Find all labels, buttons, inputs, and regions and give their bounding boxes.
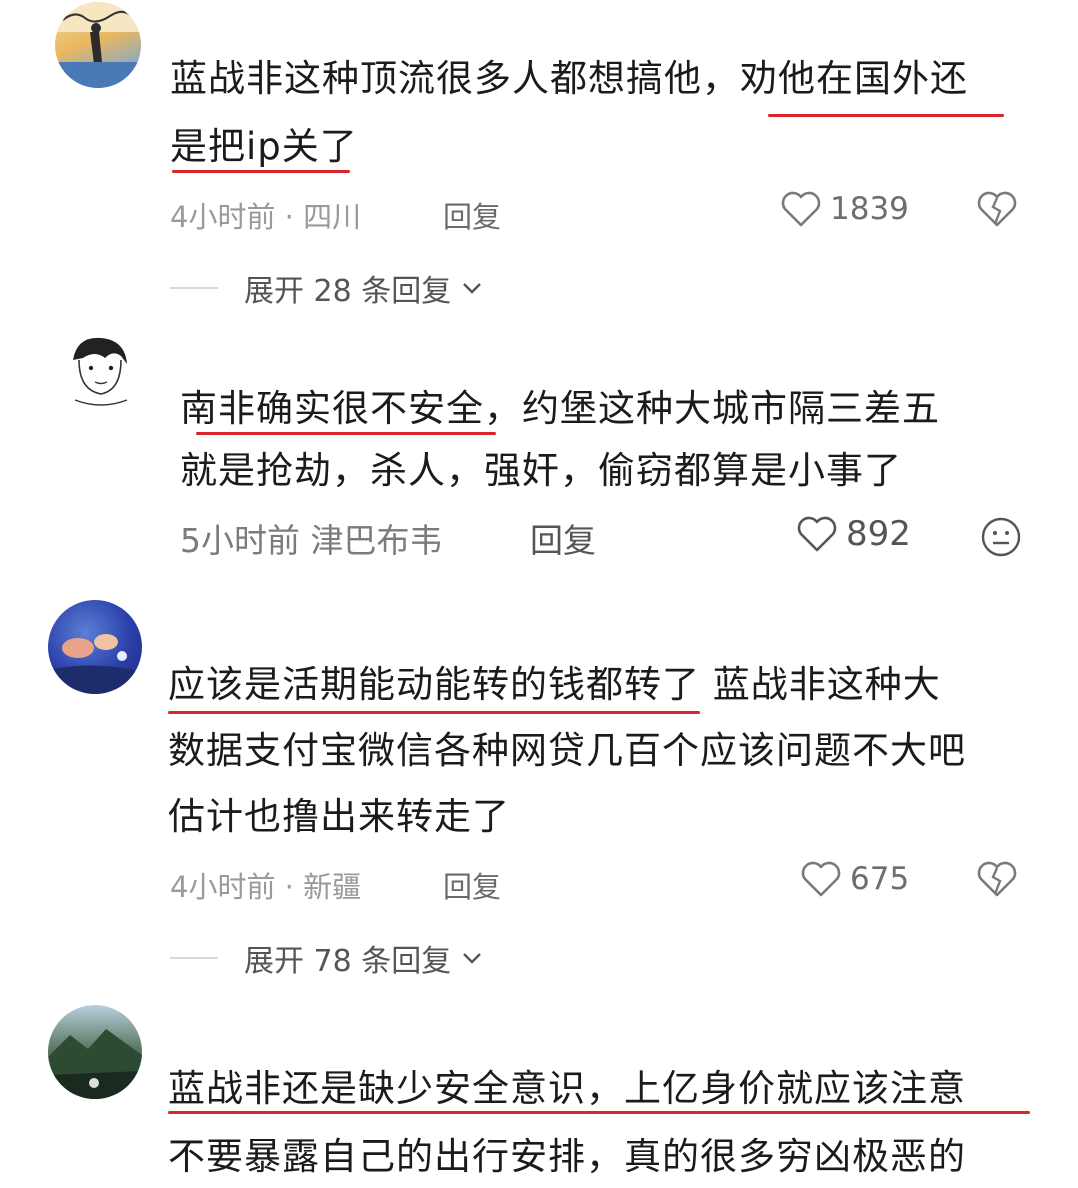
like-count: 1839 [830, 191, 909, 227]
heart-icon [780, 190, 822, 228]
like-count: 675 [850, 861, 910, 897]
broken-heart-icon [976, 190, 1018, 228]
like-count: 892 [846, 514, 911, 554]
expand-replies[interactable]: 展开 28 条回复 [170, 266, 483, 310]
chevron-down-icon [461, 951, 483, 965]
comment-meta: 4小时前 · 新疆 [170, 870, 362, 904]
emoji-react-button[interactable] [980, 516, 1022, 558]
reply-button[interactable]: 回复 [443, 864, 501, 906]
avatar[interactable] [48, 1005, 142, 1099]
like-button[interactable]: 892 [796, 514, 911, 554]
dislike-button[interactable] [976, 860, 1018, 898]
reply-button[interactable]: 回复 [443, 194, 501, 236]
chevron-down-icon [461, 281, 483, 295]
red-underline [172, 170, 350, 173]
expand-replies[interactable]: 展开 78 条回复 [170, 936, 483, 980]
red-underline [168, 711, 700, 714]
comment-meta: 4小时前 · 四川 [170, 200, 362, 234]
comment-text-line: 是把ip关了 [170, 125, 358, 168]
red-underline [196, 432, 496, 435]
broken-heart-icon [976, 860, 1018, 898]
red-underline [168, 1111, 1030, 1114]
reply-button[interactable]: 回复 [530, 514, 596, 562]
expand-label: 展开 78 条回复 [244, 944, 452, 979]
avatar[interactable] [55, 330, 141, 416]
avatar-art [48, 1029, 142, 1099]
comment-text-line: 估计也撸出来转走了 [168, 795, 510, 838]
avatar-art [73, 337, 128, 406]
heart-icon [796, 515, 838, 553]
comment-meta: 5小时前 津巴布韦 [180, 521, 443, 560]
divider [170, 287, 218, 289]
comment-text-line: 应该是活期能动能转的钱都转了 蓝战非这种大 [168, 663, 941, 706]
dislike-button[interactable] [976, 190, 1018, 228]
comment-text-line: 蓝战非这种顶流很多人都想搞他，劝他在国外还 [170, 57, 968, 100]
divider [170, 957, 218, 959]
comment-text-line: 不要暴露自己的出行安排，真的很多穷凶极恶的 [168, 1135, 966, 1178]
like-button[interactable]: 1839 [780, 190, 909, 228]
like-button[interactable]: 675 [800, 860, 909, 898]
comment-text-line: 就是抢劫，杀人，强奸，偷窃都算是小事了 [180, 449, 902, 492]
comment-text-line: 南非确实很不安全，约堡这种大城市隔三差五 [180, 387, 940, 430]
neutral-face-icon [980, 516, 1022, 558]
comment-text-line: 数据支付宝微信各种网贷几百个应该问题不大吧 [168, 729, 966, 772]
avatar[interactable] [55, 2, 141, 88]
avatar[interactable] [48, 600, 142, 694]
avatar-art [48, 634, 142, 694]
heart-icon [800, 860, 842, 898]
avatar-art [55, 2, 141, 88]
expand-label: 展开 28 条回复 [244, 274, 452, 309]
red-underline [768, 114, 1004, 117]
